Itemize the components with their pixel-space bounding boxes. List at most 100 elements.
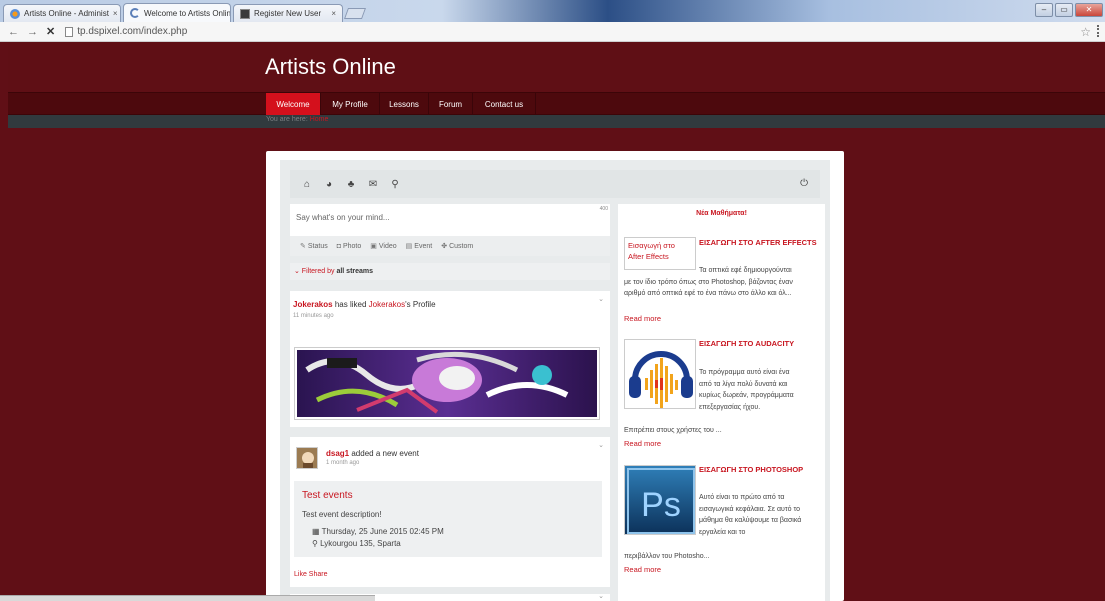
actor-link[interactable]: Jokerakos [293, 300, 333, 309]
stream-filter[interactable]: ⌄ Filtered by all streams [290, 263, 610, 280]
lesson-text-below: περιβάλλον του Photosho... [624, 553, 710, 560]
lesson-title-link[interactable]: ΕΙΣΑΓΩΓΗ ΣΤΟ AFTER EFFECTS [699, 238, 819, 247]
audacity-logo-icon[interactable] [624, 339, 696, 409]
post-type-video[interactable]: ▣ Video [370, 242, 396, 250]
tab-register[interactable]: Register New User × [233, 4, 343, 22]
breadcrumb: You are here: Home [8, 115, 1105, 128]
bookmark-star-icon[interactable]: ☆ [1080, 25, 1091, 39]
tab-welcome[interactable]: Welcome to Artists Online × [123, 3, 231, 22]
read-more-link[interactable]: Read more [624, 565, 661, 574]
main-nav: Welcome My Profile Lessons Forum Contact… [8, 92, 1105, 116]
post-type-label: Event [414, 243, 433, 250]
lesson-text: Τα οπτικά εφέ δημιουργούνται με τον ίδιο… [624, 265, 799, 300]
activity-verb: added a new event [351, 449, 419, 458]
people-icon[interactable]: ♣ [346, 179, 356, 190]
minimize-button[interactable]: – [1035, 3, 1053, 17]
avatar-image [297, 448, 317, 468]
activity-verb: has liked [334, 300, 367, 309]
chevron-down-icon[interactable]: ⌄ [598, 592, 604, 600]
joomla-icon [10, 8, 20, 19]
lesson-text-side: Το πρόγραμμα αυτό είναι ένα από τα λίγα … [699, 369, 794, 411]
lesson-item: Εισαγωγή στο After Effects ΕΙΣΑΓΩΓΗ ΣΤΟ … [624, 237, 824, 327]
calendar-icon: ▤ [405, 243, 413, 250]
new-tab-button[interactable] [343, 8, 367, 19]
lesson-title-link[interactable]: ΕΙΣΑΓΩΓΗ ΣΤΟ PHOTOSHOP [699, 465, 819, 474]
activity-suffix: 's Profile [405, 300, 436, 309]
stream-item: ⌄ Jokerakos has liked Jokerakos's Profil… [290, 291, 610, 427]
tab-admin[interactable]: Artists Online - Administ × [3, 4, 121, 22]
power-icon[interactable]: ⏻ [800, 178, 808, 189]
url-text: tp.dspixel.com/index.php [77, 26, 188, 37]
camera-icon: ◘ [336, 242, 341, 250]
forward-icon[interactable]: → [27, 26, 38, 38]
profile-cover-image[interactable] [294, 347, 600, 420]
post-type-photo[interactable]: ◘ Photo [337, 243, 362, 250]
status-input[interactable]: Say what's on your mind... 400 [290, 204, 610, 236]
back-icon[interactable]: ← [8, 26, 19, 38]
avatar[interactable] [296, 447, 318, 469]
nav-contact-us[interactable]: Contact us [473, 93, 536, 116]
stream-toolbar: ⌂ ◕ ♣ ✉ ⚲ ⏻ [290, 170, 820, 198]
post-type-label: Status [307, 243, 328, 250]
read-more-link[interactable]: Read more [624, 439, 661, 448]
stream-container: ⌂ ◕ ♣ ✉ ⚲ ⏻ Say what's on your mind... 4… [280, 160, 830, 601]
maximize-button[interactable]: ▭ [1055, 3, 1073, 17]
like-link[interactable]: Like [294, 571, 307, 578]
address-bar: ← → ✕ tp.dspixel.com/index.php ☆ [0, 22, 1105, 42]
filter-prefix: ⌄ Filtered by [294, 268, 335, 275]
event-box: Test events Test event description! ▦ Th… [294, 481, 602, 557]
lesson-text-below: Επιτρέπει στους χρήστες του ... [624, 427, 722, 434]
tab-close-icon[interactable]: × [109, 9, 118, 18]
stop-icon[interactable]: ✕ [46, 25, 55, 38]
post-type-status[interactable]: ✎ Status [300, 242, 328, 250]
target-link[interactable]: Jokerakos [369, 300, 405, 309]
nav-forum[interactable]: Forum [429, 93, 473, 116]
site-title[interactable]: Artists Online [265, 54, 396, 80]
post-type-custom[interactable]: ✤ Custom [441, 242, 473, 250]
tab-title: Artists Online - Administ [24, 9, 109, 18]
globe-icon[interactable]: ◕ [324, 179, 334, 190]
home-icon[interactable]: ⌂ [302, 179, 312, 190]
loading-icon [130, 8, 140, 18]
post-type-label: Video [378, 243, 397, 250]
breadcrumb-prefix: You are here: [266, 116, 308, 123]
lessons-heading: Νέα Μαθήματα! [696, 210, 747, 217]
activity-line: Jokerakos has liked Jokerakos's Profile [293, 300, 436, 309]
post-type-event[interactable]: ▤ Event [406, 242, 433, 250]
chevron-down-icon[interactable]: ⌄ [598, 441, 604, 449]
post-type-bar: ✎ Status ◘ Photo ▣ Video ▤ Event ✤ Custom [290, 236, 610, 256]
calendar-icon: ▦ [312, 527, 322, 536]
timestamp: 1 month ago [326, 460, 360, 466]
browser-status-bar [0, 595, 375, 601]
close-window-button[interactable]: ✕ [1075, 3, 1103, 17]
tab-title: Register New User [254, 9, 322, 18]
status-placeholder: Say what's on your mind... [296, 213, 390, 222]
timestamp: 11 minutes ago [293, 313, 334, 319]
actor-link[interactable]: dsag1 [326, 449, 349, 458]
read-more-link[interactable]: Read more [624, 314, 661, 323]
lesson-text-side: Αυτό είναι το πρώτο από τα εισαγωγικά κε… [699, 494, 802, 536]
graffiti-artwork [297, 350, 597, 417]
video-icon: ▣ [370, 243, 377, 250]
event-title-link[interactable]: Test events [302, 490, 353, 501]
chevron-down-icon[interactable]: ⌄ [598, 295, 604, 303]
site-header: Artists Online [8, 42, 1105, 92]
nav-lessons[interactable]: Lessons [380, 93, 429, 116]
breadcrumb-home-link[interactable]: Home [310, 116, 329, 123]
nav-welcome[interactable]: Welcome [266, 93, 321, 116]
post-type-label: Photo [342, 242, 362, 250]
menu-icon[interactable] [1097, 25, 1103, 37]
share-link[interactable]: Share [309, 571, 328, 578]
photoshop-logo-icon[interactable]: Ps [624, 465, 696, 535]
page-icon [65, 26, 74, 37]
lesson-title-link[interactable]: ΕΙΣΑΓΩΓΗ ΣΤΟ AUDACITY [699, 339, 819, 348]
mail-icon[interactable]: ✉ [368, 179, 378, 190]
custom-icon: ✤ [441, 243, 448, 250]
site-icon [240, 8, 250, 19]
event-location-text: Lykourgou 135, Sparta [320, 539, 401, 548]
tab-close-icon[interactable]: × [327, 9, 336, 18]
nav-my-profile[interactable]: My Profile [321, 93, 380, 116]
activity-line: dsag1 added a new event [326, 449, 419, 458]
url-field[interactable]: tp.dspixel.com/index.php [65, 26, 187, 37]
search-icon[interactable]: ⚲ [390, 179, 400, 190]
